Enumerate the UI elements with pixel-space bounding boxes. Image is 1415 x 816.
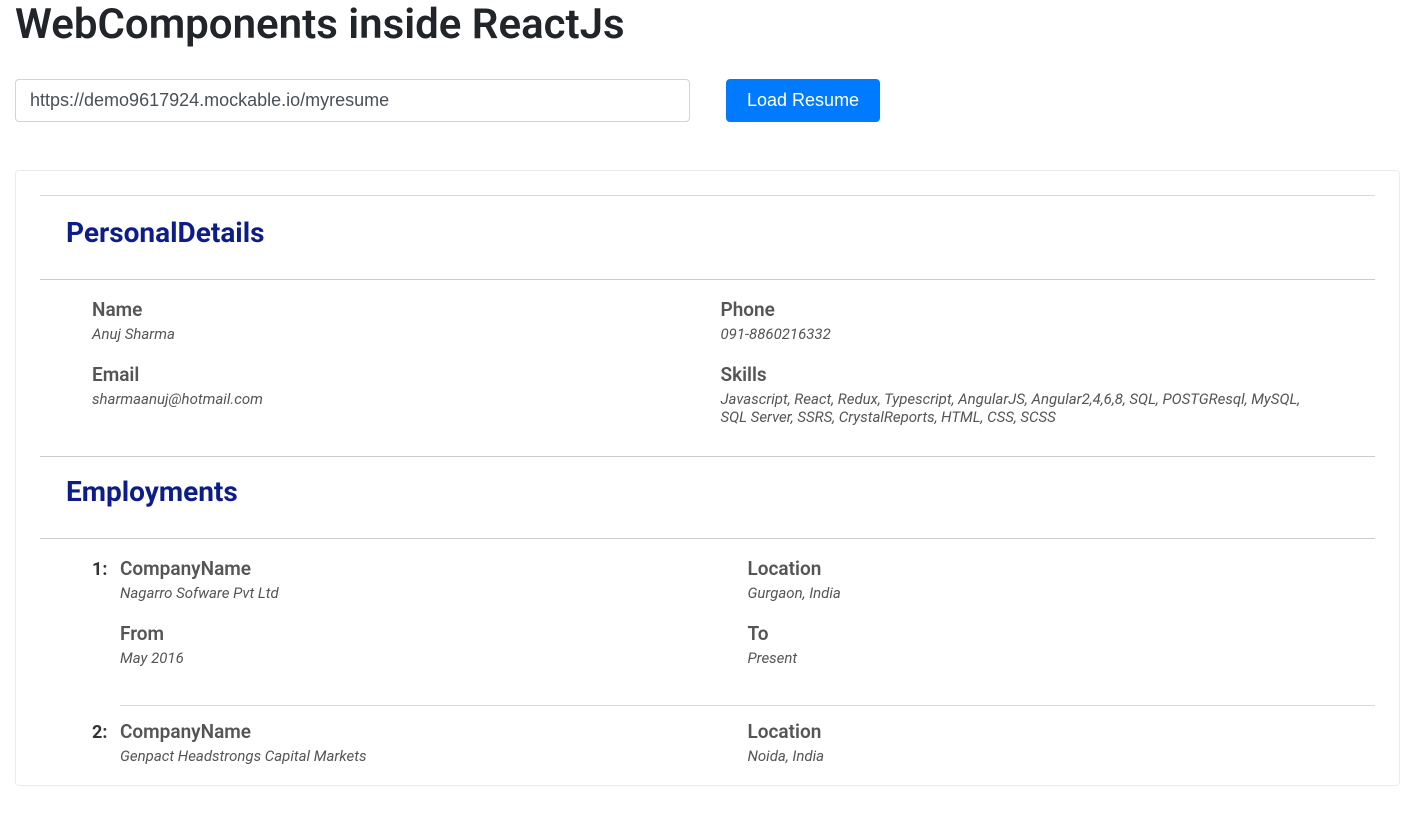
from-value: May 2016 — [120, 649, 728, 667]
employment-item: 2: CompanyName Genpact Headstrongs Capit… — [40, 720, 1375, 785]
location-label: Location — [748, 557, 1356, 580]
page-title: WebComponents inside ReactJs — [15, 0, 1400, 49]
to-value: Present — [748, 649, 1356, 667]
employment-number: 1: — [92, 557, 120, 687]
to-label: To — [748, 622, 1356, 645]
skills-value: Javascript, React, Redux, Typescript, An… — [721, 390, 1330, 426]
divider — [40, 279, 1375, 280]
url-row: Load Resume — [15, 79, 1400, 122]
to-field: To Present — [748, 622, 1356, 667]
skills-field: Skills Javascript, React, Redux, Typescr… — [721, 363, 1330, 426]
location-field: Location Gurgaon, India — [748, 557, 1356, 602]
name-label: Name — [92, 298, 701, 321]
phone-field: Phone 091-8860216332 — [721, 298, 1330, 343]
employment-number: 2: — [92, 720, 120, 785]
company-value: Genpact Headstrongs Capital Markets — [120, 747, 728, 765]
location-label: Location — [748, 720, 1356, 743]
company-field: CompanyName Nagarro Sofware Pvt Ltd — [120, 557, 728, 602]
email-value: sharmaanuj@hotmail.com — [92, 390, 701, 408]
divider — [40, 538, 1375, 539]
employment-content: CompanyName Nagarro Sofware Pvt Ltd From… — [120, 557, 1375, 687]
phone-label: Phone — [721, 298, 1330, 321]
resume-url-input[interactable] — [15, 79, 690, 122]
load-resume-button[interactable]: Load Resume — [726, 79, 880, 122]
employment-item: 1: CompanyName Nagarro Sofware Pvt Ltd F… — [40, 557, 1375, 687]
personal-left-column: Name Anuj Sharma Email sharmaanuj@hotmai… — [92, 298, 721, 446]
divider — [120, 705, 1375, 706]
divider — [40, 195, 1375, 196]
personal-right-column: Phone 091-8860216332 Skills Javascript, … — [721, 298, 1350, 446]
personal-details-title: PersonalDetails — [66, 216, 1375, 249]
name-value: Anuj Sharma — [92, 325, 701, 343]
company-label: CompanyName — [120, 720, 728, 743]
location-value: Noida, India — [748, 747, 1356, 765]
company-field: CompanyName Genpact Headstrongs Capital … — [120, 720, 728, 765]
phone-value: 091-8860216332 — [721, 325, 1330, 343]
email-field: Email sharmaanuj@hotmail.com — [92, 363, 701, 408]
resume-card: PersonalDetails Name Anuj Sharma Email s… — [15, 170, 1400, 786]
from-field: From May 2016 — [120, 622, 728, 667]
employment-content: CompanyName Genpact Headstrongs Capital … — [120, 720, 1375, 785]
email-label: Email — [92, 363, 701, 386]
location-field: Location Noida, India — [748, 720, 1356, 765]
location-value: Gurgaon, India — [748, 584, 1356, 602]
employments-title: Employments — [66, 475, 1375, 508]
skills-label: Skills — [721, 363, 1330, 386]
personal-details-grid: Name Anuj Sharma Email sharmaanuj@hotmai… — [40, 298, 1375, 446]
name-field: Name Anuj Sharma — [92, 298, 701, 343]
from-label: From — [120, 622, 728, 645]
divider — [40, 456, 1375, 457]
company-label: CompanyName — [120, 557, 728, 580]
company-value: Nagarro Sofware Pvt Ltd — [120, 584, 728, 602]
